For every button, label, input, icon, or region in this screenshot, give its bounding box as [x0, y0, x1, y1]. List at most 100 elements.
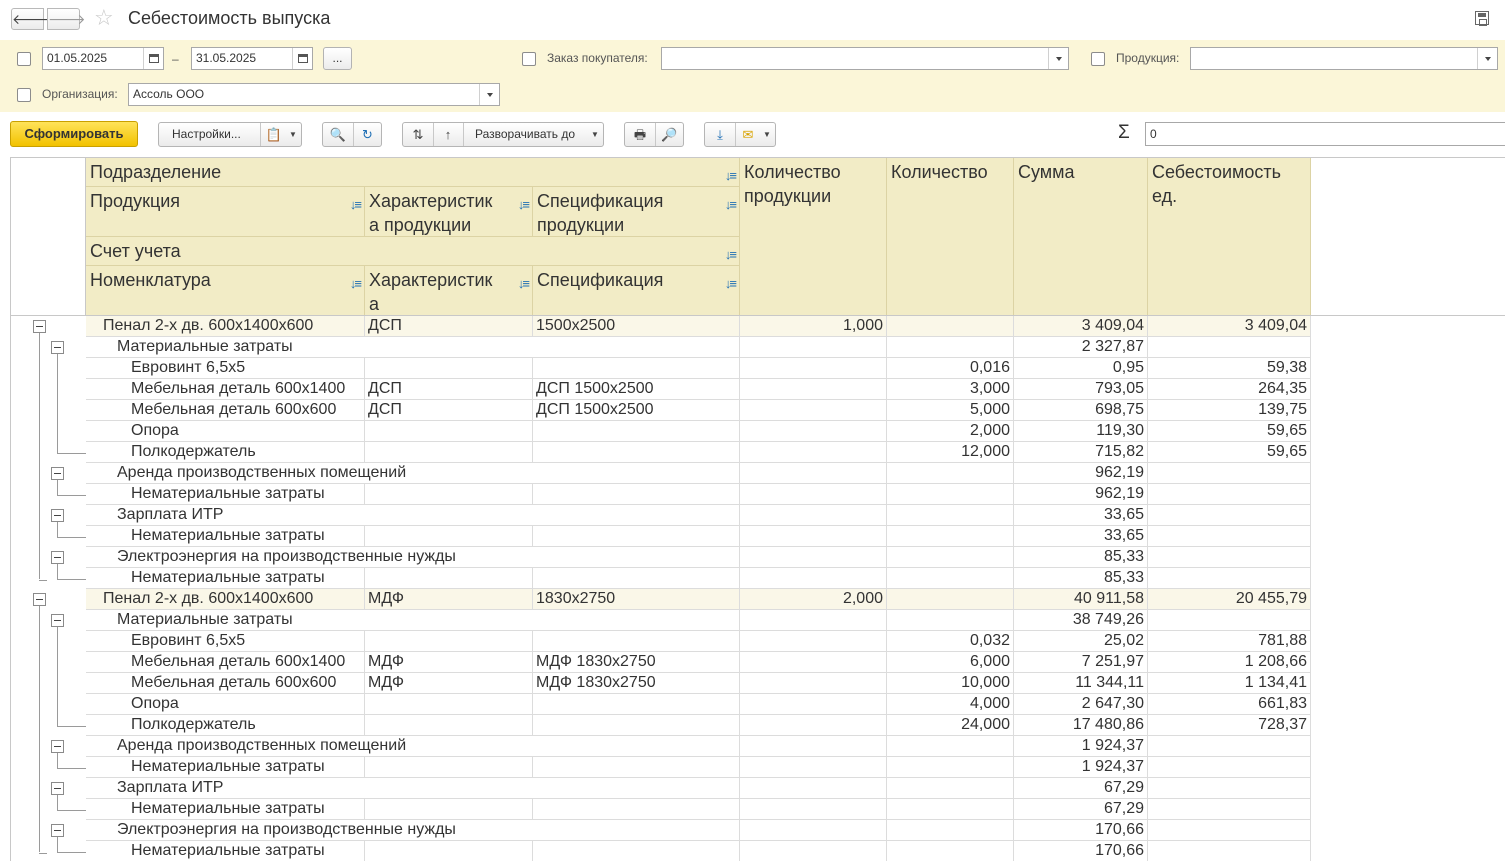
header-spec[interactable]: Спецификация ↓≡ — [533, 266, 740, 316]
favorite-star-icon[interactable]: ☆ — [94, 6, 114, 30]
search-icon[interactable]: 🔍 — [325, 123, 351, 146]
org-checkbox[interactable] — [17, 88, 31, 102]
header-account[interactable]: Счет учета ↓≡ — [86, 237, 740, 266]
cell-cost: 661,83 — [1148, 694, 1311, 715]
nomenclature-row[interactable]: Нематериальные затраты 33,65 — [11, 526, 1311, 547]
sort-icon[interactable]: ↓≡ — [350, 193, 362, 217]
nomenclature-row[interactable]: Мебельная деталь 600х1400 МДФ МДФ 1830х275… — [11, 652, 1311, 673]
header-sum[interactable]: Сумма — [1014, 158, 1148, 316]
sort-icon[interactable]: ↓≡ — [725, 243, 737, 267]
nomenclature-row[interactable]: Опора 2,000 119,30 59,65 — [11, 421, 1311, 442]
header-qty[interactable]: Количество — [887, 158, 1014, 316]
nomenclature-row[interactable]: Нематериальные затраты 1 924,37 — [11, 757, 1311, 778]
sort-icon[interactable]: ↓≡ — [518, 272, 530, 296]
tree-cell — [11, 652, 86, 673]
order-checkbox[interactable] — [522, 52, 536, 66]
print-preview-icon[interactable]: 🔎 — [656, 123, 683, 146]
cost-item-row[interactable]: Электроэнергия на производственные нужды… — [11, 547, 1311, 568]
chevron-down-icon[interactable]: ▼ — [761, 123, 773, 146]
sort-icon[interactable]: ↓≡ — [725, 193, 737, 217]
order-field[interactable] — [661, 47, 1069, 70]
collapse-icon[interactable] — [51, 614, 64, 627]
product-field[interactable] — [1190, 47, 1498, 70]
cell-char — [365, 841, 533, 861]
nomenclature-row[interactable]: Нематериальные затраты 85,33 — [11, 568, 1311, 589]
calendar-icon[interactable] — [292, 48, 312, 69]
nomenclature-row[interactable]: Евровинт 6,5х5 0,032 25,02 781,88 — [11, 631, 1311, 652]
nomenclature-row[interactable]: Мебельная деталь 600х600 МДФ МДФ 1830х2750… — [11, 673, 1311, 694]
nomenclature-row[interactable]: Полкодержатель 12,000 715,82 59,65 — [11, 442, 1311, 463]
tree-cell — [11, 379, 86, 400]
sort-icon[interactable]: ↓≡ — [725, 272, 737, 296]
header-product[interactable]: Продукция ↓≡ — [86, 187, 365, 237]
chevron-down-icon[interactable]: ▼ — [589, 123, 601, 146]
header-division[interactable]: Подразделение ↓≡ — [86, 158, 740, 187]
period-select-button[interactable]: ... — [323, 47, 352, 70]
calendar-icon[interactable] — [143, 48, 163, 69]
collapse-icon[interactable] — [51, 740, 64, 753]
nomenclature-row[interactable]: Полкодержатель 24,000 17 480,86 728,37 — [11, 715, 1311, 736]
header-char[interactable]: Характеристика ↓≡ — [365, 266, 533, 316]
nomenclature-row[interactable]: Мебельная деталь 600х1400 ДСП ДСП 1500х250… — [11, 379, 1311, 400]
collapse-icon[interactable] — [51, 551, 64, 564]
date-to-field[interactable]: 31.05.2025 — [191, 47, 313, 70]
org-field[interactable]: Ассоль ООО — [128, 83, 500, 106]
print-icon[interactable]: 🖶 — [627, 123, 653, 146]
date-from-field[interactable]: 01.05.2025 — [42, 47, 164, 70]
chevron-down-icon[interactable]: ▼ — [287, 123, 299, 146]
nomenclature-row[interactable]: Нематериальные затраты 67,29 — [11, 799, 1311, 820]
header-product-spec[interactable]: Спецификация продукции ↓≡ — [533, 187, 740, 237]
download-icon[interactable]: ⤓ — [707, 123, 733, 146]
forward-button[interactable]: 🡒 — [47, 8, 86, 30]
sum-field[interactable]: 0 — [1145, 122, 1505, 146]
expand-groups-icon[interactable]: ⇅ — [405, 123, 431, 146]
collapse-icon[interactable] — [51, 824, 64, 837]
collapse-icon[interactable] — [51, 467, 64, 480]
cost-item-row[interactable]: Зарплата ИТР 67,29 — [11, 778, 1311, 799]
collapse-icon[interactable] — [33, 593, 46, 606]
save-icon[interactable] — [1475, 11, 1489, 26]
cell-char — [365, 421, 533, 442]
header-nomenclature[interactable]: Номенклатура ↓≡ — [86, 266, 365, 316]
header-product-char[interactable]: Характеристика продукции ↓≡ — [365, 187, 533, 237]
chevron-down-icon[interactable] — [479, 84, 499, 105]
settings-button[interactable]: Настройки... — [172, 123, 241, 146]
sort-icon[interactable]: ↓≡ — [518, 193, 530, 217]
header-qty-product[interactable]: Количество продукции — [740, 158, 887, 316]
collapse-icon[interactable] — [51, 782, 64, 795]
nomenclature-row[interactable]: Евровинт 6,5х5 0,016 0,95 59,38 — [11, 358, 1311, 379]
nomenclature-row[interactable]: Нематериальные затраты 962,19 — [11, 484, 1311, 505]
sort-icon[interactable]: ↓≡ — [725, 164, 737, 188]
variants-icon[interactable]: 📋 — [263, 123, 285, 146]
product-row[interactable]: Пенал 2-х дв. 600х1400х600 ДСП 1500х2500 1,… — [11, 316, 1311, 337]
cost-item-row[interactable]: Материальные затраты 38 749,26 — [11, 610, 1311, 631]
generate-report-button[interactable]: Сформировать — [10, 121, 138, 147]
back-button[interactable]: 🡐 — [11, 8, 50, 30]
collapse-icon[interactable] — [51, 509, 64, 522]
cost-item-row[interactable]: Материальные затраты 2 327,87 — [11, 337, 1311, 358]
mail-icon[interactable]: ✉ — [737, 123, 759, 146]
collapse-groups-icon[interactable]: ↑ — [434, 123, 462, 146]
nomenclature-row[interactable]: Нематериальные затраты 170,66 — [11, 841, 1311, 861]
collapse-icon[interactable] — [51, 341, 64, 354]
report-grid[interactable]: Подразделение ↓≡ Продукция ↓≡ Характерис… — [10, 157, 1505, 861]
header-unit-cost[interactable]: Себестоимость ед. — [1148, 158, 1311, 316]
chevron-down-icon[interactable] — [1477, 48, 1497, 69]
nomenclature-row[interactable]: Мебельная деталь 600х600 ДСП ДСП 1500х2500… — [11, 400, 1311, 421]
cost-item-row[interactable]: Электроэнергия на производственные нужды… — [11, 820, 1311, 841]
expand-to-button[interactable]: Разворачивать до — [475, 123, 575, 146]
chevron-down-icon[interactable] — [1048, 48, 1068, 69]
title-bar: 🡐 🡒 ☆ Себестоимость выпуска — [0, 0, 1505, 38]
nomenclature-row[interactable]: Опора 4,000 2 647,30 661,83 — [11, 694, 1311, 715]
product-row[interactable]: Пенал 2-х дв. 600х1400х600 МДФ 1830х2750 2,… — [11, 589, 1311, 610]
cell-qty — [887, 610, 1014, 631]
collapse-icon[interactable] — [33, 320, 46, 333]
cost-item-row[interactable]: Аренда производственных помещений 1 924,3… — [11, 736, 1311, 757]
period-checkbox[interactable] — [17, 52, 31, 66]
header-product-label: Продукция — [90, 191, 181, 211]
search-refresh-icon[interactable]: ↻ — [354, 123, 381, 146]
product-checkbox[interactable] — [1091, 52, 1105, 66]
cost-item-row[interactable]: Аренда производственных помещений 962,19 — [11, 463, 1311, 484]
cost-item-row[interactable]: Зарплата ИТР 33,65 — [11, 505, 1311, 526]
sort-icon[interactable]: ↓≡ — [350, 272, 362, 296]
